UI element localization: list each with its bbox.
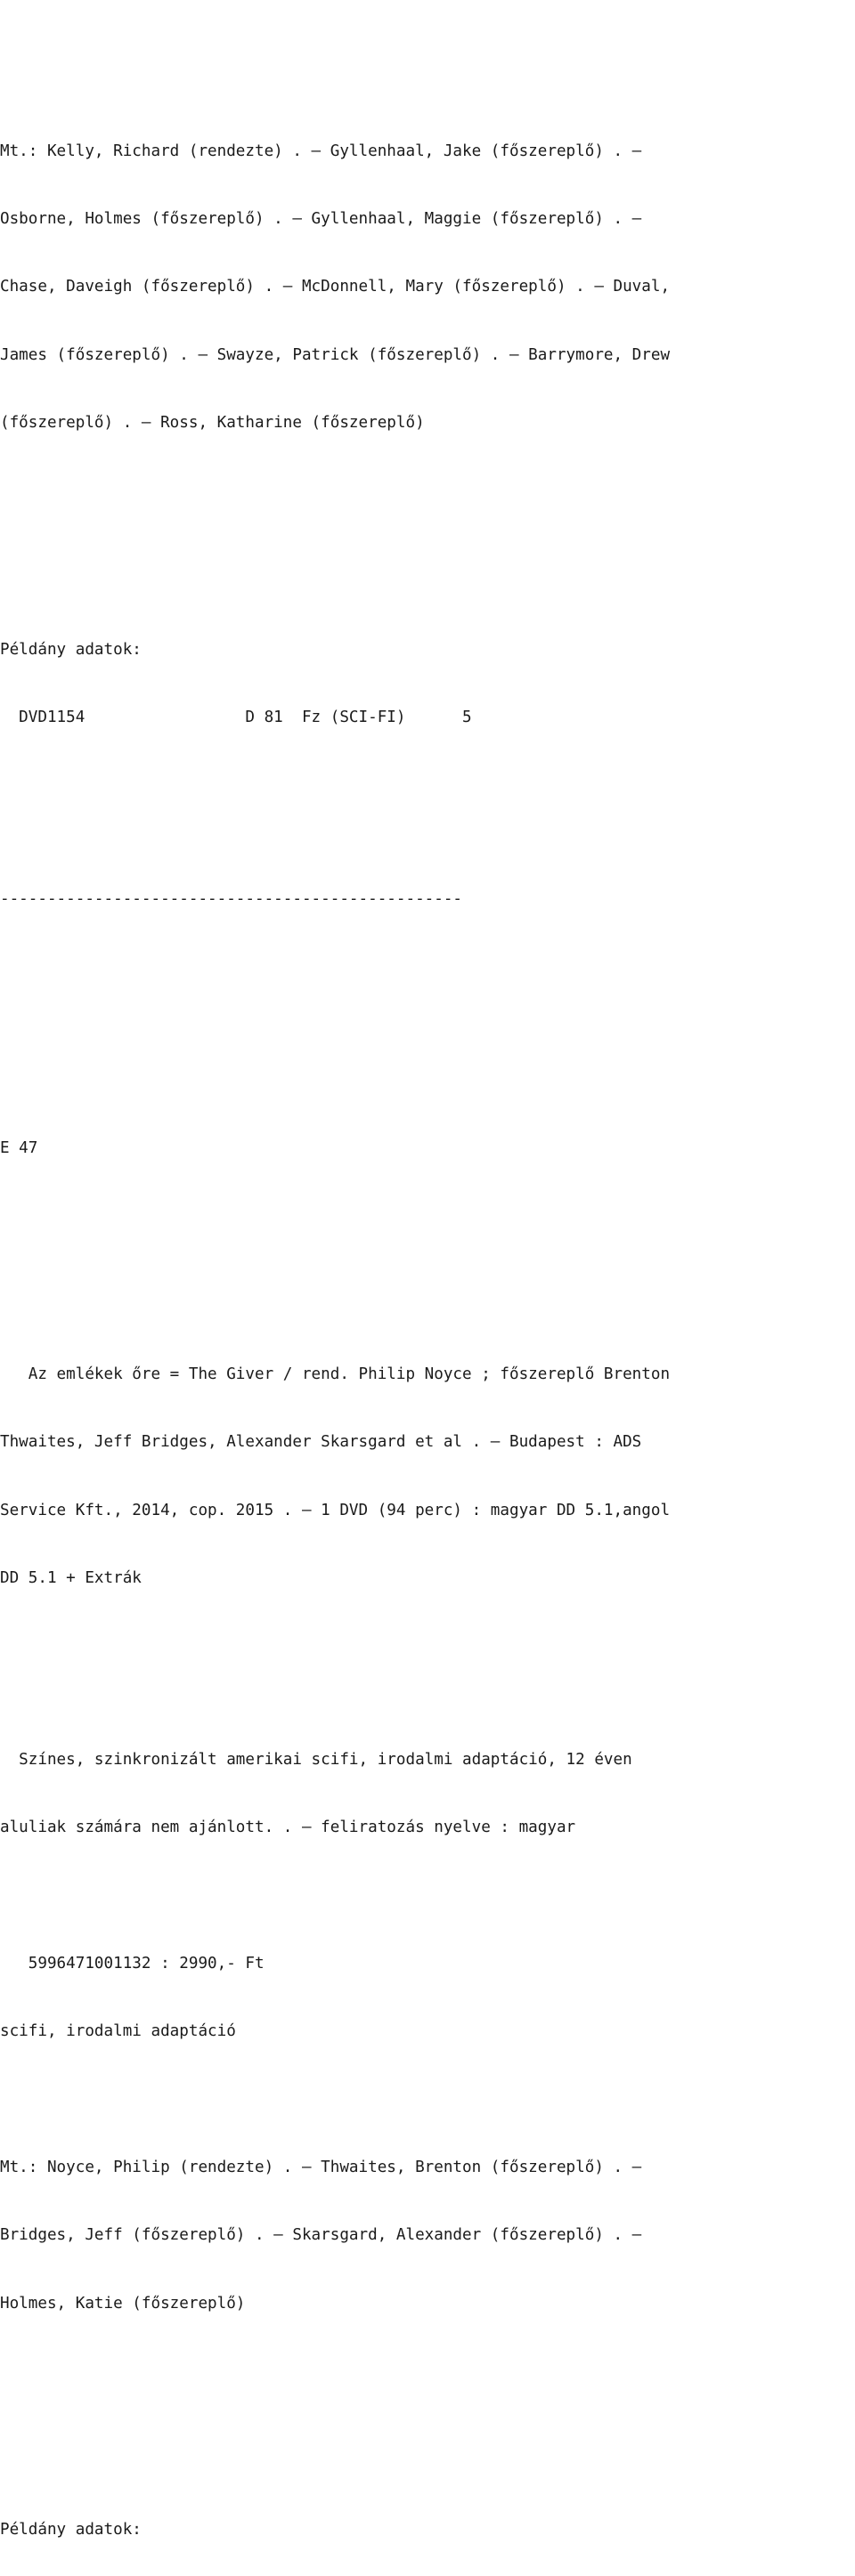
cast-statement: Mt.: Noyce, Philip (rendezte) . — Thwait… <box>0 2111 855 2361</box>
note-line: Színes, szinkronizált amerikai scifi, ir… <box>0 1750 632 1769</box>
copy-data-row: DVD1154 D 81 Fz (SCI-FI) 5 <box>0 709 472 727</box>
record-isbn-price: 5996471001132 : 2990,- Ft <box>0 1954 265 1973</box>
catalog-record: E 47 Az emlékek őre = The Giver / rend. … <box>0 1092 855 2576</box>
title-line: Az emlékek őre = The Giver / rend. Phili… <box>0 1365 671 1384</box>
copy-data-label: Példány adatok: <box>0 640 142 659</box>
record-shelfmark-heading: E 47 <box>0 1138 38 1157</box>
cast-line: Chase, Daveigh (főszereplő) . — McDonnel… <box>0 278 671 296</box>
cast-line: Mt.: Kelly, Richard (rendezte) . — Gylle… <box>0 142 642 160</box>
cast-line: Osborne, Holmes (főszereplő) . — Gyllenh… <box>0 210 642 229</box>
cast-line: Holmes, Katie (főszereplő) <box>0 2294 246 2313</box>
cast-statement-continued: Mt.: Kelly, Richard (rendezte) . — Gylle… <box>0 95 855 481</box>
cast-line: James (főszereplő) . — Swayze, Patrick (… <box>0 345 671 364</box>
note-line: aluliak számára nem ajánlott. . — felira… <box>0 1819 576 1837</box>
record-title-statement: Az emlékek őre = The Giver / rend. Phili… <box>0 1318 855 1635</box>
catalog-page: Mt.: Kelly, Richard (rendezte) . — Gylle… <box>0 0 855 2540</box>
catalog-text-body: Mt.: Kelly, Richard (rendezte) . — Gylle… <box>0 0 855 2576</box>
record-subject-terms: scifi, irodalmi adaptáció <box>0 2022 236 2041</box>
title-line: Thwaites, Jeff Bridges, Alexander Skarsg… <box>0 1433 642 1452</box>
record-separator: ----------------------------------------… <box>0 889 463 908</box>
cast-line: Bridges, Jeff (főszereplő) . — Skarsgard… <box>0 2226 642 2245</box>
copy-data-label: Példány adatok: <box>0 2521 142 2540</box>
cast-line: Mt.: Noyce, Philip (rendezte) . — Thwait… <box>0 2158 642 2176</box>
title-line: Service Kft., 2014, cop. 2015 . — 1 DVD … <box>0 1501 671 1519</box>
title-line: DD 5.1 + Extrák <box>0 1569 142 1588</box>
record-note: Színes, szinkronizált amerikai scifi, ir… <box>0 1704 855 1885</box>
cast-line: (főszereplő) . — Ross, Katharine (főszer… <box>0 414 425 433</box>
